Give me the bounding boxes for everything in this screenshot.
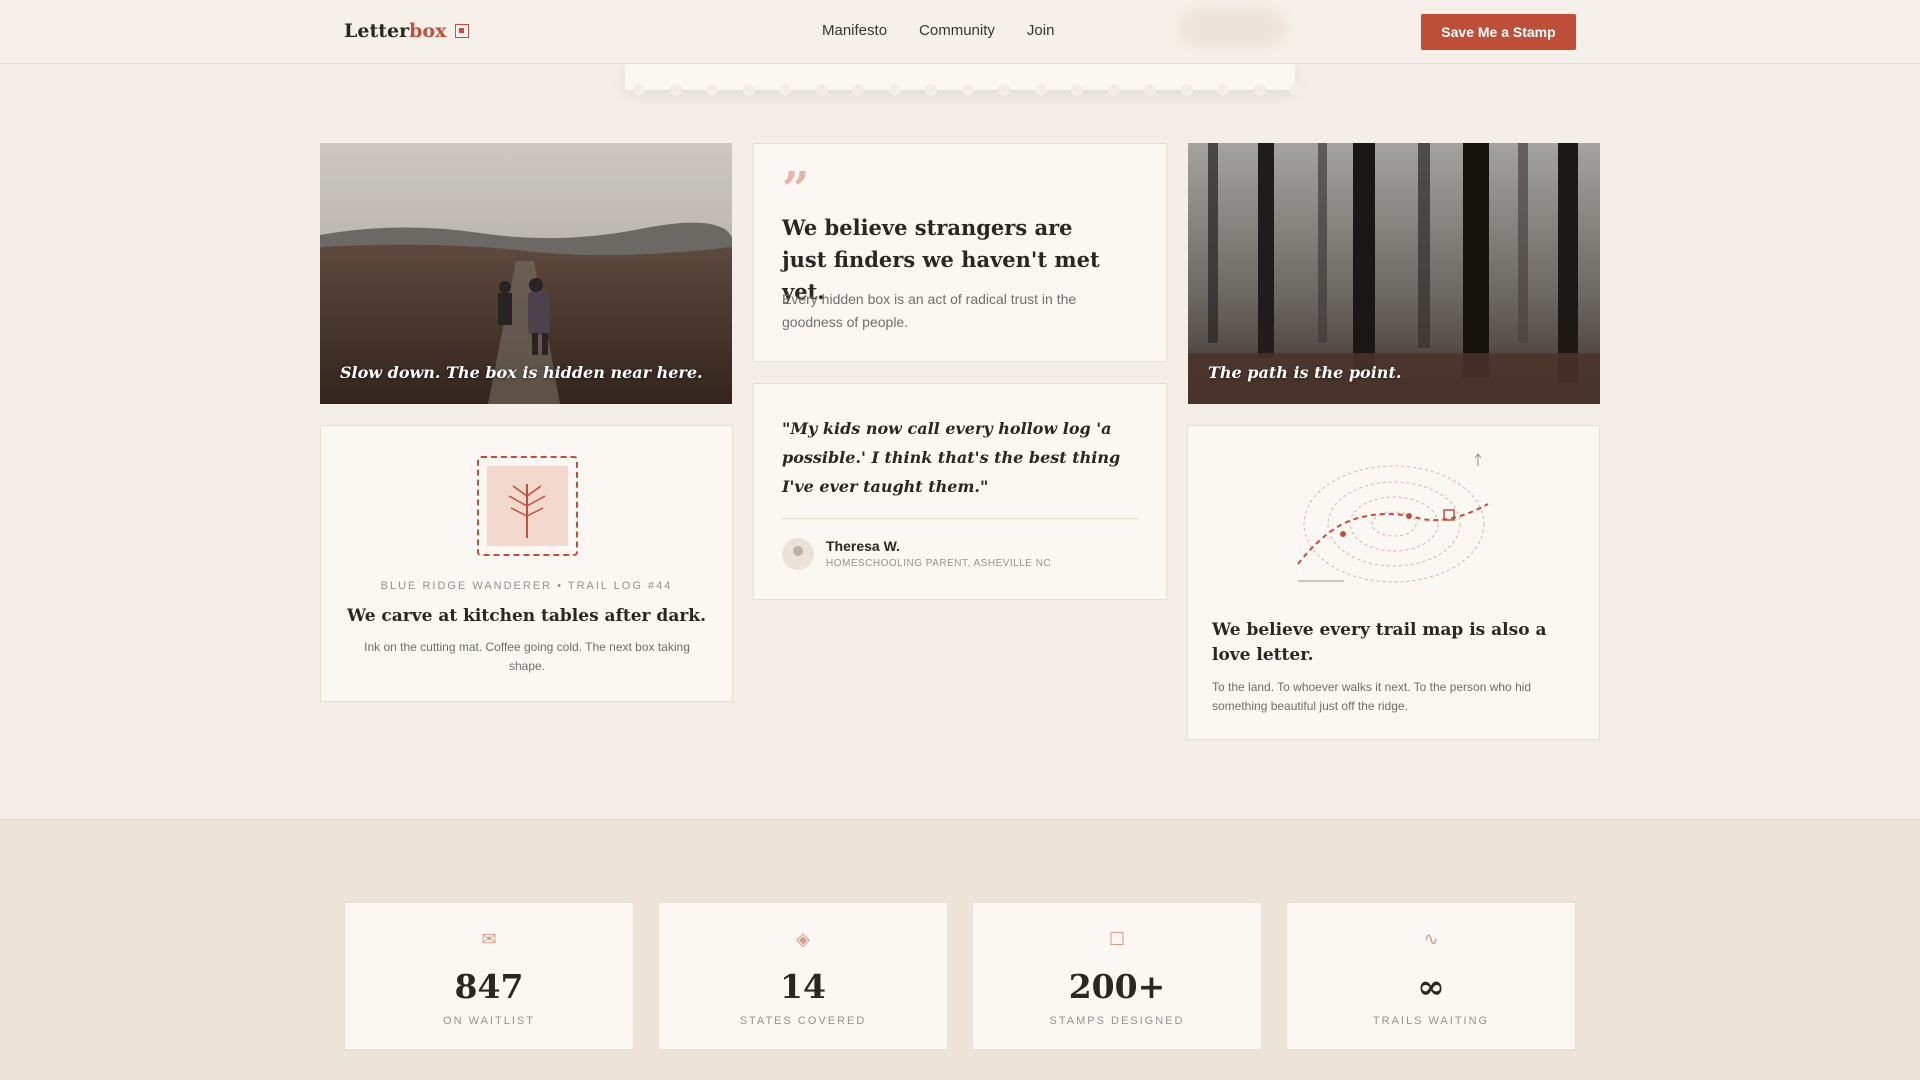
stat-value: 847	[454, 967, 524, 1006]
testimonial-role: HOMESCHOOLING PARENT, ASHEVILLE NC	[826, 558, 1052, 569]
testimonial-name: Theresa W.	[826, 538, 900, 554]
stat-label: STATES COVERED	[739, 1015, 867, 1027]
ticket-strip	[625, 62, 1302, 96]
map-card-title: We believe every trail map is also a lov…	[1212, 620, 1547, 665]
manifesto-quote-body: Every hidden box is an act of radical tr…	[782, 291, 1077, 330]
testimonial-quote: "My kids now call every hollow log 'a po…	[782, 419, 1121, 496]
map-card: We believe every trail map is also a lov…	[1187, 425, 1600, 740]
tree-icon	[508, 484, 546, 538]
forest-photo: The path is the point.	[1188, 143, 1600, 404]
stat-card-states: ◈ 14 STATES COVERED	[658, 902, 948, 1050]
stamp-card: BLUE RIDGE WANDERER • TRAIL LOG #44 We c…	[320, 425, 733, 702]
stamp-illustration	[477, 456, 578, 556]
logo-text: Letter	[344, 20, 410, 42]
stamp-card-title: We carve at kitchen tables after dark.	[346, 606, 706, 626]
stat-value: ∞	[1417, 967, 1445, 1006]
nav-link-manifesto[interactable]: Manifesto	[822, 22, 887, 39]
logo[interactable]: Letterbox	[344, 20, 470, 42]
quote-mark-icon: ”	[782, 162, 810, 218]
stamp-card-eyebrow: BLUE RIDGE WANDERER • TRAIL LOG #44	[380, 580, 673, 592]
testimonial-card: "My kids now call every hollow log 'a po…	[753, 383, 1167, 600]
map-card-body: To the land. To whoever walks it next. T…	[1212, 680, 1532, 713]
manifesto-quote-card: ” We believe strangers are just finders …	[753, 143, 1167, 362]
wave-icon: ∿	[1423, 929, 1439, 949]
stat-label: ON WAITLIST	[443, 1015, 535, 1027]
ticket-perforation	[633, 84, 1302, 96]
hikers-photo: Slow down. The box is hidden near here.	[320, 143, 732, 404]
square-icon: ☐	[1108, 929, 1126, 949]
save-stamp-button[interactable]: Save Me a Stamp	[1421, 14, 1576, 50]
nav-link-join[interactable]: Join	[1027, 22, 1055, 39]
blurred-pill-decoration	[1178, 8, 1288, 48]
trail-map-illustration	[1297, 453, 1489, 583]
stat-card-stamps: ☐ 200+ STAMPS DESIGNED	[972, 902, 1262, 1050]
stat-card-trails: ∿ ∞ TRAILS WAITING	[1286, 902, 1576, 1050]
stat-value: 200+	[1068, 967, 1166, 1006]
nav-link-community[interactable]: Community	[919, 22, 995, 39]
site-header: Letterbox Manifesto Community Join Save …	[0, 0, 1920, 64]
stat-card-waitlist: ✉ 847 ON WAITLIST	[344, 902, 634, 1050]
stat-label: STAMPS DESIGNED	[1049, 1015, 1185, 1027]
forest-photo-caption: The path is the point.	[1208, 363, 1402, 382]
logo-accent-text: box	[409, 20, 447, 42]
stat-value: 14	[780, 967, 826, 1006]
stat-label: TRAILS WAITING	[1372, 1015, 1490, 1027]
main-nav: Manifesto Community Join	[822, 22, 1054, 39]
diamond-icon: ◈	[796, 929, 810, 949]
avatar	[782, 538, 814, 570]
stats-band	[0, 819, 1920, 1080]
stamp-card-body: Ink on the cutting mat. Coffee going col…	[364, 640, 690, 673]
envelope-icon: ✉	[481, 929, 497, 949]
divider	[782, 518, 1138, 519]
stamp-logo-icon	[455, 24, 470, 38]
hikers-photo-caption: Slow down. The box is hidden near here.	[340, 363, 703, 382]
